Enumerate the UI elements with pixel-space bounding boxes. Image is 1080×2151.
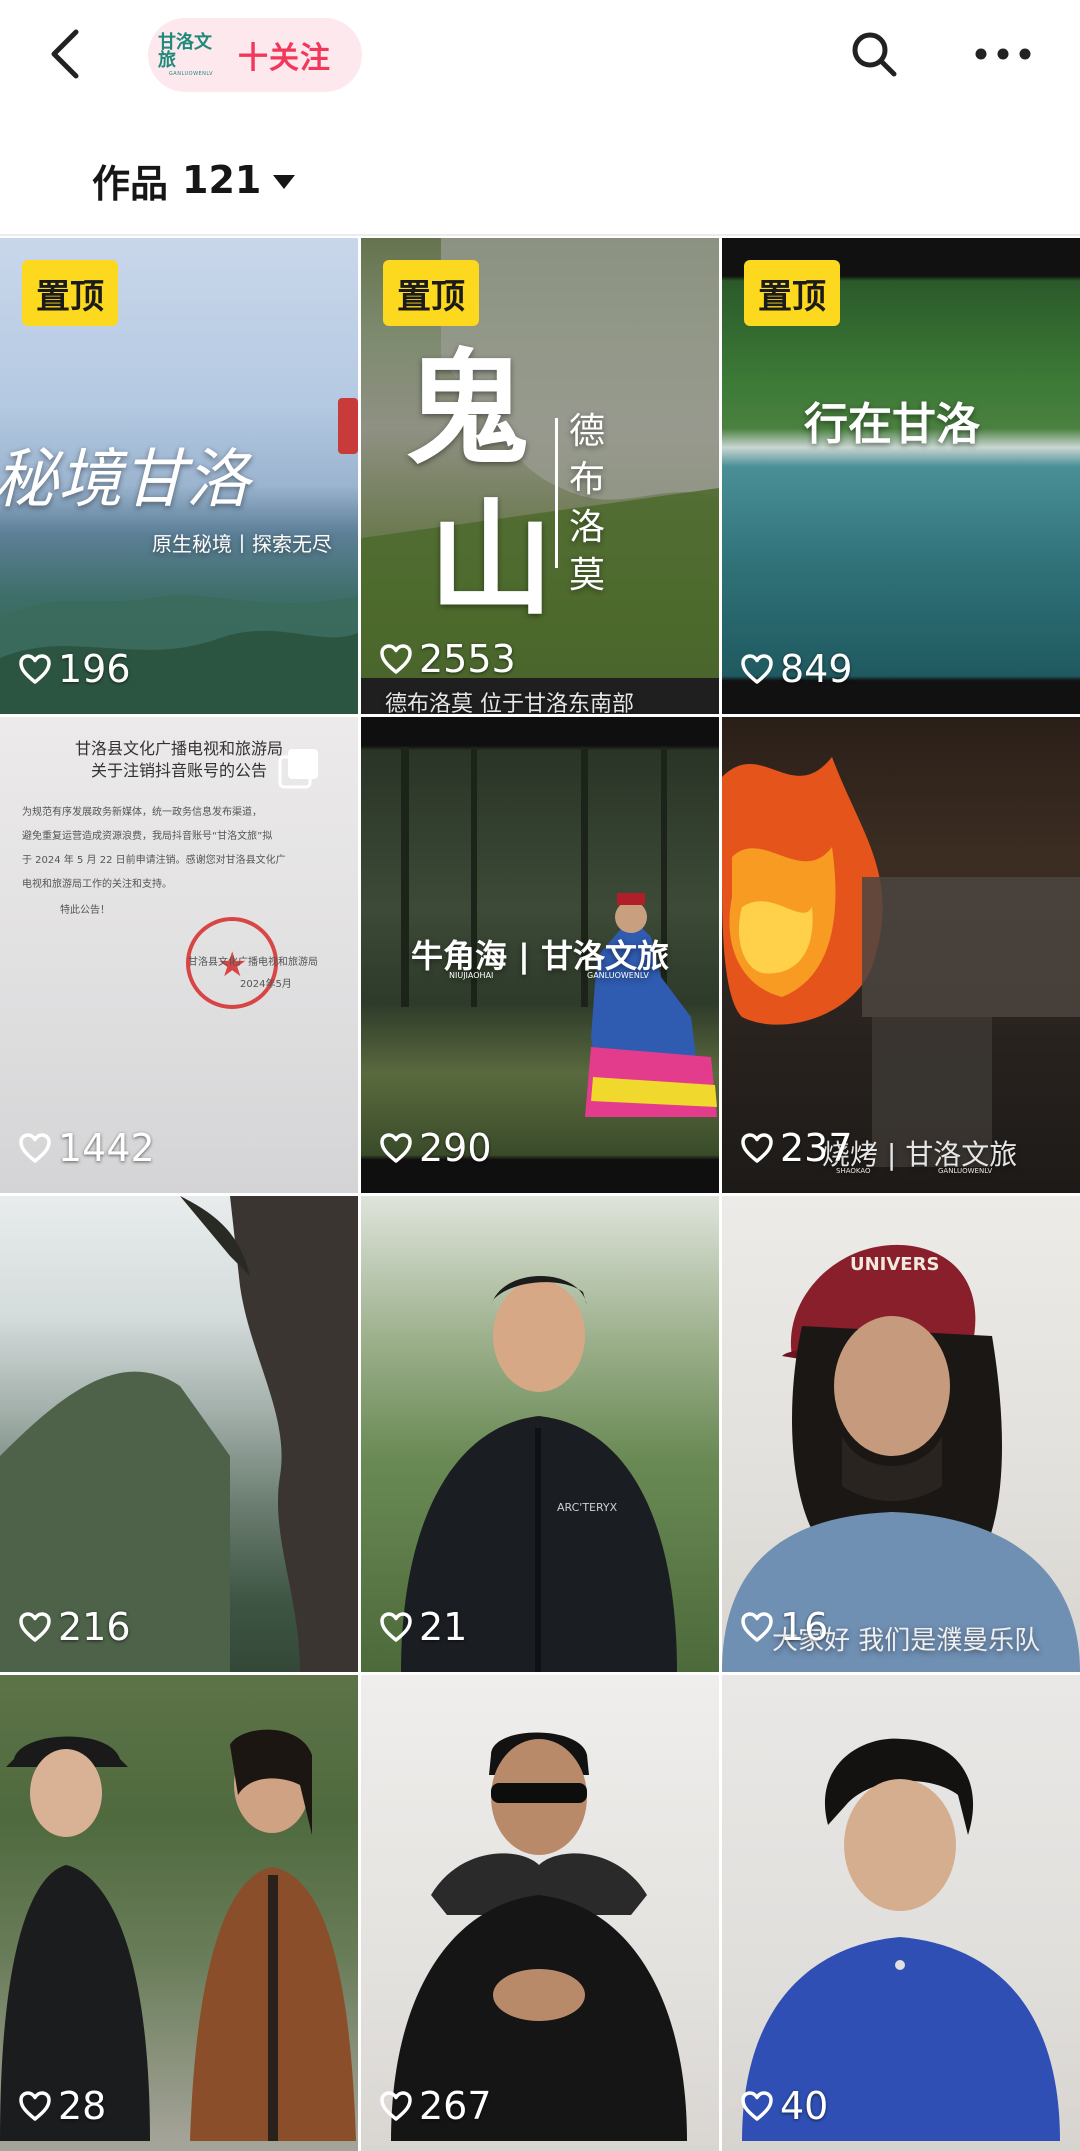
video-tile[interactable]: 216 bbox=[0, 1196, 358, 1672]
heart-outline-icon bbox=[380, 1612, 412, 1642]
gallery-icon bbox=[278, 749, 318, 789]
heart-outline-icon bbox=[380, 1133, 412, 1163]
cliff-shapes bbox=[0, 1196, 358, 1672]
person-shapes bbox=[742, 1738, 1060, 2141]
shirt-text: ARC'TERYX bbox=[557, 1501, 618, 1514]
title-pinyin: NIUJIAOHAI bbox=[449, 971, 494, 980]
video-title: 秘境甘洛 bbox=[0, 443, 250, 517]
heart-outline-icon bbox=[741, 1133, 773, 1163]
like-count: 1442 bbox=[18, 1125, 155, 1171]
video-tile[interactable]: 40 bbox=[722, 1675, 1080, 2151]
brand-logo-subtext: GANLUOWENLV bbox=[168, 70, 214, 77]
search-icon bbox=[852, 32, 897, 77]
like-count-value: 1442 bbox=[58, 1126, 155, 1170]
like-count-value: 2553 bbox=[419, 637, 516, 681]
follow-button[interactable]: 甘洛文旅 GANLUOWENLV 十关注 bbox=[148, 18, 362, 92]
pinned-badge: 置顶 bbox=[22, 260, 118, 326]
person-shapes bbox=[391, 1732, 687, 2141]
heart-outline-icon bbox=[19, 654, 51, 684]
like-count-value: 21 bbox=[419, 1605, 468, 1649]
like-count-value: 216 bbox=[58, 1605, 131, 1649]
video-tile[interactable]: UNIVERS 大家好 我们是濮曼乐队 16 bbox=[722, 1196, 1080, 1672]
pinned-badge: 置顶 bbox=[744, 260, 840, 326]
works-count: 121 bbox=[182, 158, 262, 202]
doc-body-line: 电视和旅游局工作的关注和支持。 bbox=[22, 879, 172, 890]
like-count: 196 bbox=[18, 646, 131, 692]
heart-outline-icon bbox=[380, 644, 412, 674]
heart-outline-icon bbox=[380, 2091, 412, 2121]
video-tile[interactable]: 牛角海 | 甘洛文旅 NIUJIAOHAI GANLUOWENLV 290 bbox=[361, 717, 719, 1193]
person-shapes bbox=[0, 1729, 356, 2141]
like-count: 40 bbox=[740, 2083, 828, 2129]
works-label: 作品 bbox=[92, 161, 169, 206]
video-tile[interactable]: 267 bbox=[361, 1675, 719, 2151]
like-count-value: 16 bbox=[780, 1605, 829, 1649]
heart-outline-icon bbox=[741, 1612, 773, 1642]
back-button[interactable] bbox=[36, 24, 96, 84]
top-nav-bar: 甘洛文旅 GANLUOWENLV 十关注 bbox=[0, 0, 1080, 110]
caption-pinyin: GANLUOWENLV bbox=[938, 1167, 993, 1175]
like-count: 21 bbox=[379, 1604, 467, 1650]
video-tile[interactable]: 置顶 秘境甘洛 原生秘境丨探索无尽 196 bbox=[0, 238, 358, 714]
more-button[interactable] bbox=[970, 26, 1036, 82]
works-filter-dropdown[interactable]: 作品 121 bbox=[92, 156, 297, 206]
like-count-value: 28 bbox=[58, 2084, 107, 2128]
divider-line bbox=[555, 418, 558, 568]
brand-logo: 甘洛文旅 GANLUOWENLV bbox=[158, 31, 224, 77]
like-count-value: 849 bbox=[780, 647, 853, 691]
heart-outline-icon bbox=[19, 1133, 51, 1163]
like-count: 267 bbox=[379, 2083, 492, 2129]
person-shapes bbox=[401, 1276, 677, 1672]
caret-down-icon bbox=[273, 175, 296, 189]
video-tile[interactable]: 置顶 行在甘洛 849 bbox=[722, 238, 1080, 714]
video-title-part: 山 bbox=[429, 487, 554, 632]
video-tile[interactable]: 置顶 鬼 山 德布洛莫 德布洛莫 位于甘洛东南部 2553 bbox=[361, 238, 719, 714]
vertical-title: 德布洛莫 bbox=[569, 411, 606, 596]
like-count: 290 bbox=[379, 1125, 492, 1171]
like-count-value: 237 bbox=[780, 1126, 853, 1170]
like-count: 849 bbox=[740, 646, 853, 692]
like-count-value: 267 bbox=[419, 2084, 492, 2128]
heart-outline-icon bbox=[19, 2091, 51, 2121]
follow-label: 十关注 bbox=[238, 41, 331, 76]
like-count: 237 bbox=[740, 1125, 853, 1171]
heart-outline-icon bbox=[19, 1612, 51, 1642]
doc-signature: 甘洛县文化广播电视和旅游局 bbox=[188, 957, 318, 968]
video-title: 行在甘洛 bbox=[804, 399, 980, 450]
doc-body-line: 特此公告！ bbox=[60, 905, 110, 916]
works-filter-bar: 作品 121 bbox=[0, 120, 1080, 236]
like-count: 216 bbox=[18, 1604, 131, 1650]
heart-outline-icon bbox=[741, 654, 773, 684]
more-dots-icon bbox=[975, 48, 1031, 60]
video-tile[interactable]: 甘洛县文化广播电视和旅游局 关于注销抖音账号的公告 为规范有序发展政务新媒体，统… bbox=[0, 717, 358, 1193]
like-count: 28 bbox=[18, 2083, 106, 2129]
like-count-value: 290 bbox=[419, 1126, 492, 1170]
search-button[interactable] bbox=[846, 26, 902, 82]
doc-body-line: 避免重复运营造成资源浪费，我局抖音账号“甘洛文旅”拟 bbox=[22, 831, 273, 842]
like-count-value: 196 bbox=[58, 647, 131, 691]
cap-text: UNIVERS bbox=[850, 1254, 940, 1275]
doc-date: 2024年5月 bbox=[240, 979, 292, 990]
heart-outline-icon bbox=[741, 2091, 773, 2121]
video-tile[interactable]: 28 bbox=[0, 1675, 358, 2151]
doc-body-line: 于 2024 年 5 月 22 日前申请注销。感谢您对甘洛县文化广 bbox=[22, 855, 286, 866]
fire-shapes bbox=[722, 757, 1080, 1167]
like-count: 16 bbox=[740, 1604, 828, 1650]
chevron-left-icon bbox=[51, 29, 79, 79]
video-subtitle: 原生秘境丨探索无尽 bbox=[152, 532, 332, 556]
like-count: 2553 bbox=[379, 636, 516, 682]
video-tile[interactable]: 烧烤 | 甘洛文旅 SHAOKAO GANLUOWENLV 237 bbox=[722, 717, 1080, 1193]
video-caption: 德布洛莫 位于甘洛东南部 bbox=[385, 692, 634, 714]
like-count-value: 40 bbox=[780, 2084, 829, 2128]
video-tile[interactable]: ARC'TERYX 21 bbox=[361, 1196, 719, 1672]
brand-logo-text: 甘洛文旅 bbox=[158, 31, 212, 71]
title-pinyin: GANLUOWENLV bbox=[587, 971, 649, 980]
red-seal bbox=[338, 398, 358, 454]
doc-body-line: 为规范有序发展政务新媒体，统一政务信息发布渠道， bbox=[22, 807, 262, 818]
